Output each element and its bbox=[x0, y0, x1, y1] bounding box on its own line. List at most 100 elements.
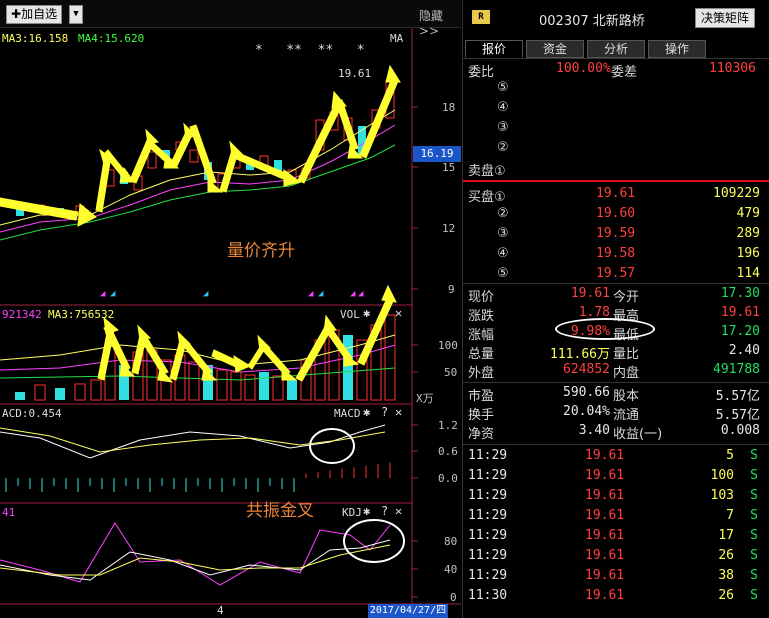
close-icon[interactable]: ✕ bbox=[395, 405, 402, 419]
tick-price: 19.61 bbox=[585, 568, 625, 583]
stat-value: 17.20 bbox=[720, 324, 760, 339]
tick-price: 19.61 bbox=[585, 528, 625, 543]
sell-2-row: ② bbox=[463, 140, 769, 160]
volume-bar bbox=[15, 392, 25, 400]
vol-ma3: MA3:756532 bbox=[48, 308, 115, 321]
stat-label: 外盘 bbox=[468, 366, 495, 381]
macd-axis-0.6: 0.6 bbox=[438, 445, 458, 458]
tick-time: 11:29 bbox=[468, 508, 508, 523]
stat-label: 涨跌 bbox=[468, 309, 495, 324]
tick-side: S bbox=[750, 528, 758, 543]
fund-label: 换手 bbox=[468, 408, 495, 423]
tick-price: 19.61 bbox=[585, 468, 625, 483]
tick-volume: 38 bbox=[718, 568, 734, 583]
fund-row: 净资 3.40 收益(一) 0.008 bbox=[463, 423, 769, 443]
tick-price: 19.61 bbox=[585, 448, 625, 463]
buy-price: 19.61 bbox=[596, 186, 636, 201]
fund-value: 5.57亿 bbox=[715, 389, 760, 404]
tab-quote[interactable]: 报价 bbox=[465, 40, 523, 58]
sell-level: ② bbox=[497, 140, 509, 155]
help-icon[interactable]: ? bbox=[381, 504, 388, 518]
tick-price: 19.61 bbox=[585, 548, 625, 563]
fund-value: 5.57亿 bbox=[715, 408, 760, 423]
sell-level: 卖盘① bbox=[468, 164, 506, 179]
macd-value: ACD:0.454 bbox=[2, 407, 62, 420]
stock-name: 北新路桥 bbox=[592, 14, 645, 29]
close-icon[interactable]: ✕ bbox=[395, 306, 402, 320]
bid-ratio-row: 委比 100.00% 委差 110306 bbox=[463, 61, 769, 81]
sell-4-row: ④ bbox=[463, 100, 769, 120]
svg-text:◢: ◢ bbox=[110, 289, 116, 299]
decision-matrix-button[interactable]: 决策矩阵 bbox=[695, 8, 755, 28]
volume-bar bbox=[74, 383, 86, 401]
peak-price-label: 19.61 bbox=[338, 67, 372, 80]
ma-tag: MA bbox=[390, 32, 404, 45]
tick-time: 11:29 bbox=[468, 468, 508, 483]
tick-side: S bbox=[750, 568, 758, 583]
tick-row: 11:29 19.61 103 S bbox=[463, 488, 769, 508]
gear-icon[interactable]: ✱ bbox=[363, 405, 370, 419]
fund-value: 0.008 bbox=[720, 423, 760, 438]
kdj-axis-40: 40 bbox=[444, 563, 458, 576]
svg-text:◢: ◢ bbox=[350, 289, 356, 299]
close-icon[interactable]: ✕ bbox=[395, 504, 402, 518]
stock-title: 002307 北新路桥 bbox=[539, 10, 645, 29]
volume-bar bbox=[384, 314, 396, 401]
buy-row: ④ 19.58 196 bbox=[463, 246, 769, 266]
volume-bar bbox=[343, 335, 353, 400]
vol-axis-50: 50 bbox=[444, 366, 458, 379]
tick-price: 19.61 bbox=[585, 588, 625, 603]
tab-analysis[interactable]: 分析 bbox=[587, 40, 645, 58]
stat-value: 624852 bbox=[563, 362, 610, 377]
tick-row: 11:29 19.61 17 S bbox=[463, 528, 769, 548]
buy-volume: 196 bbox=[736, 246, 760, 261]
fund-label: 股本 bbox=[613, 389, 640, 404]
buy-volume: 109229 bbox=[713, 186, 760, 201]
tick-side: S bbox=[750, 588, 758, 603]
stat-label: 现价 bbox=[468, 290, 495, 305]
quote-panel: R 002307 北新路桥 决策矩阵 报价 资金 分析 操作 委比 100.00… bbox=[462, 0, 769, 618]
tick-volume: 26 bbox=[718, 548, 734, 563]
tab-operate[interactable]: 操作 bbox=[648, 40, 706, 58]
bid-ratio-label: 委比 bbox=[468, 65, 495, 80]
macd-axis-0.0: 0.0 bbox=[438, 472, 458, 485]
buy-level: ③ bbox=[497, 226, 509, 241]
bid-diff-value: 110306 bbox=[709, 61, 756, 76]
cursor-date: 2017/04/27/四 bbox=[368, 604, 448, 618]
fund-value: 3.40 bbox=[578, 423, 610, 438]
tick-row: 11:29 19.61 5 S bbox=[463, 448, 769, 468]
volume-bar bbox=[90, 379, 102, 401]
gear-icon[interactable]: ✱ bbox=[363, 504, 370, 518]
quote-tabs: 报价 资金 分析 操作 bbox=[465, 40, 769, 58]
buy-row: ③ 19.59 289 bbox=[463, 226, 769, 246]
sell-3-row: ③ bbox=[463, 120, 769, 140]
tick-side: S bbox=[750, 488, 758, 503]
buy-volume: 289 bbox=[736, 226, 760, 241]
kdj-axis-0: 0 bbox=[450, 591, 457, 604]
buy-level: ② bbox=[497, 206, 509, 221]
tick-row: 11:29 19.61 7 S bbox=[463, 508, 769, 528]
candle bbox=[189, 149, 199, 163]
tab-funds[interactable]: 资金 bbox=[526, 40, 584, 58]
chart-area[interactable]: ✚加自选 ▼ 隐藏>> ◢ ◢ ◢ ◢ ◢ ◢ ◢ MA3:16.158 MA4… bbox=[0, 0, 461, 618]
fund-label: 市盈 bbox=[468, 389, 495, 404]
fund-label: 净资 bbox=[468, 427, 495, 442]
buy-price: 19.60 bbox=[596, 206, 636, 221]
tick-volume: 103 bbox=[710, 488, 734, 503]
tick-side: S bbox=[750, 548, 758, 563]
stat-value: 111.66万 bbox=[550, 347, 610, 362]
tick-side: S bbox=[750, 468, 758, 483]
tick-side: S bbox=[750, 448, 758, 463]
quote-header: R 002307 北新路桥 决策矩阵 bbox=[463, 0, 769, 36]
tick-volume: 7 bbox=[726, 508, 734, 523]
ma3-label: MA3:16.158 bbox=[2, 32, 69, 45]
help-icon[interactable]: ? bbox=[381, 405, 388, 419]
tick-volume: 100 bbox=[710, 468, 734, 483]
tick-row: 11:29 19.61 38 S bbox=[463, 568, 769, 588]
gear-icon[interactable]: ✱ bbox=[363, 306, 370, 320]
kdj-axis-80: 80 bbox=[444, 535, 458, 548]
signal-stars: * ** ** * bbox=[255, 43, 365, 58]
sell-level: ④ bbox=[497, 100, 509, 115]
tick-time: 11:29 bbox=[468, 568, 508, 583]
buy-level: 买盘① bbox=[468, 190, 506, 205]
